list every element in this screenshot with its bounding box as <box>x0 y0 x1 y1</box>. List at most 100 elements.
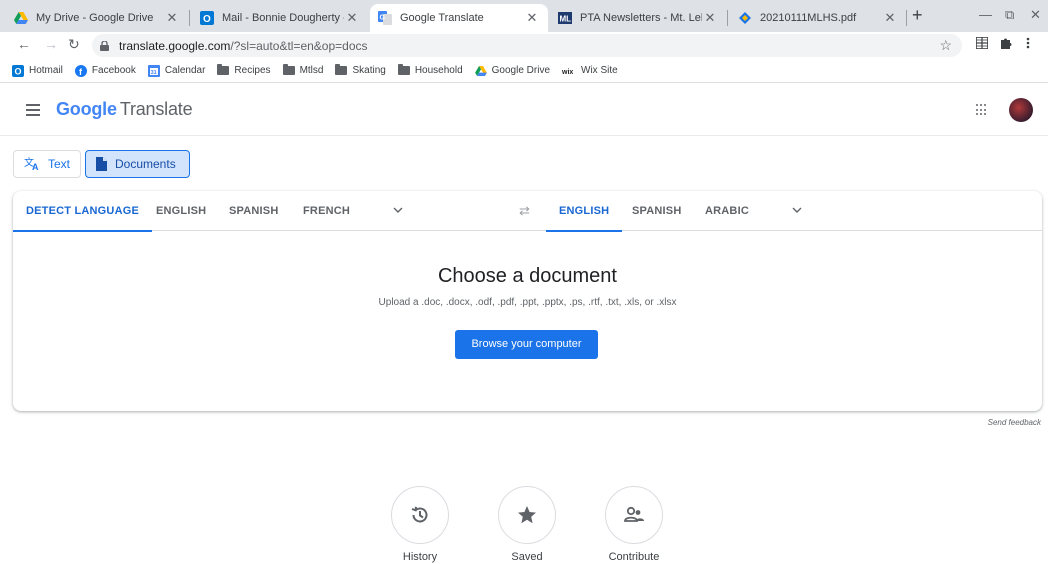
tab-google-translate[interactable]: G Google Translate ✕ <box>370 4 548 32</box>
history-button[interactable]: History <box>380 486 460 563</box>
choose-document-title: Choose a document <box>437 265 617 287</box>
main-menu-icon[interactable] <box>26 104 40 116</box>
document-translate-card: DETECT LANGUAGE ENGLISH SPANISH FRENCH ⇄… <box>13 191 1042 411</box>
calendar-icon: 31 <box>147 64 160 77</box>
outlook-icon: O <box>200 11 214 25</box>
close-window-icon[interactable]: ✕ <box>1030 7 1041 23</box>
google-translate-icon: G <box>378 11 392 25</box>
svg-text:A: A <box>32 162 39 171</box>
tab-mail[interactable]: O Mail - Bonnie Dougherty - Outl ✕ <box>192 4 368 32</box>
address-bar[interactable]: translate.google.com/?sl=auto&tl=en&op=d… <box>92 34 962 57</box>
bookmark-recipes[interactable]: Recipes <box>217 64 271 77</box>
folder-icon <box>397 64 410 77</box>
restore-icon[interactable]: ⧉ <box>1005 7 1014 23</box>
document-icon <box>96 157 107 171</box>
target-lang-english[interactable]: ENGLISH <box>545 191 623 232</box>
tab-my-drive[interactable]: My Drive - Google Drive ✕ <box>6 4 188 32</box>
folder-icon <box>217 64 230 77</box>
history-icon <box>411 506 428 523</box>
svg-text:ML: ML <box>560 15 572 24</box>
pta-icon: ML <box>558 11 572 25</box>
language-bar: DETECT LANGUAGE ENGLISH SPANISH FRENCH ⇄… <box>13 191 1042 232</box>
facebook-icon: f <box>74 64 87 77</box>
browser-toolbar: ← → ↻ translate.google.com/?sl=auto&tl=e… <box>0 32 1048 59</box>
bookmark-wix-site[interactable]: wix Wix Site <box>562 65 618 77</box>
minimize-icon[interactable]: — <box>979 7 992 22</box>
history-circle[interactable] <box>391 486 449 544</box>
target-lang-arabic[interactable]: ARABIC <box>705 191 749 231</box>
tab-pta-newsletters[interactable]: ML PTA Newsletters - Mt. Lebano ✕ <box>550 4 726 32</box>
bookmark-household[interactable]: Household <box>397 64 463 77</box>
swap-languages-icon[interactable]: ⇄ <box>519 203 530 219</box>
close-icon[interactable]: ✕ <box>882 10 898 26</box>
folder-icon <box>335 64 348 77</box>
browser-menu-icon[interactable] <box>1026 37 1030 49</box>
svg-text:31: 31 <box>150 70 156 76</box>
wix-icon: wix <box>562 65 576 77</box>
star-icon <box>518 506 536 524</box>
close-icon[interactable]: ✕ <box>702 10 718 26</box>
svg-text:wix: wix <box>562 69 573 75</box>
saved-circle[interactable] <box>498 486 556 544</box>
tab-title: Mail - Bonnie Dougherty - Outl <box>222 12 344 24</box>
browse-computer-button[interactable]: Browse your computer <box>455 330 598 359</box>
source-lang-french[interactable]: FRENCH <box>303 191 350 231</box>
reload-icon[interactable]: ↻ <box>68 36 80 53</box>
lock-icon <box>100 40 109 51</box>
pdf-icon <box>738 11 752 25</box>
avatar[interactable] <box>1009 98 1033 122</box>
folder-icon <box>282 64 295 77</box>
translate-icon: 文A <box>24 157 40 171</box>
saved-button[interactable]: Saved <box>487 486 567 563</box>
source-lang-english[interactable]: ENGLISH <box>156 191 206 231</box>
svg-text:O: O <box>15 66 22 76</box>
tab-title: PTA Newsletters - Mt. Lebano <box>580 12 702 24</box>
bookmark-hotmail[interactable]: O Hotmail <box>12 64 63 77</box>
documents-mode-button[interactable]: Documents <box>85 150 190 178</box>
text-mode-button[interactable]: 文A Text <box>13 150 82 178</box>
contribute-label: Contribute <box>608 551 660 563</box>
close-icon[interactable]: ✕ <box>164 10 180 26</box>
svg-text:O: O <box>203 14 211 25</box>
target-lang-spanish[interactable]: SPANISH <box>632 191 681 231</box>
close-icon[interactable]: ✕ <box>344 10 360 26</box>
url-host: translate.google.com <box>119 38 231 53</box>
supported-formats-text: Upload a .doc, .docx, .odf, .pdf, .ppt, … <box>378 297 677 308</box>
google-translate-logo[interactable]: Google Translate <box>56 99 193 120</box>
tab-title: 20210111MLHS.pdf <box>760 12 857 24</box>
bookmark-skating[interactable]: Skating <box>335 64 386 77</box>
tab-title: Google Translate <box>400 12 484 24</box>
app-header: Google Translate <box>0 84 1048 136</box>
browser-tab-strip: My Drive - Google Drive ✕ O Mail - Bonni… <box>0 0 1048 32</box>
contribute-button[interactable]: Contribute <box>594 486 674 563</box>
bookmark-calendar[interactable]: 31 Calendar <box>147 64 205 77</box>
url-path: /?sl=auto&tl=en&op=docs <box>230 38 368 53</box>
chevron-down-icon[interactable] <box>792 205 802 215</box>
bookmark-mtlsd[interactable]: Mtlsd <box>282 64 323 77</box>
close-icon[interactable]: ✕ <box>524 10 540 26</box>
google-drive-icon <box>14 11 28 25</box>
source-lang-detect[interactable]: DETECT LANGUAGE <box>13 191 152 232</box>
new-tab-button[interactable]: + <box>912 5 923 26</box>
outlook-icon: O <box>12 64 24 77</box>
extension-grid-icon[interactable] <box>976 37 988 49</box>
bookmark-star-icon[interactable]: ☆ <box>939 37 952 54</box>
contribute-circle[interactable] <box>605 486 663 544</box>
google-apps-icon[interactable] <box>976 104 988 116</box>
source-lang-spanish[interactable]: SPANISH <box>229 191 278 231</box>
bookmark-google-drive[interactable]: Google Drive <box>474 65 550 77</box>
back-arrow-icon[interactable]: ← <box>17 36 31 52</box>
bookmarks-bar: O Hotmail f Facebook 31 Calendar Recipes… <box>0 59 1048 83</box>
send-feedback-link[interactable]: Send feedback <box>988 418 1041 427</box>
tab-title: My Drive - Google Drive <box>36 12 154 24</box>
google-drive-icon <box>474 65 487 77</box>
forward-arrow-icon[interactable]: → <box>44 36 58 52</box>
extensions-puzzle-icon[interactable] <box>1000 37 1012 49</box>
saved-label: Saved <box>511 551 543 563</box>
history-label: History <box>402 551 438 563</box>
contribute-people-icon <box>624 506 644 522</box>
tab-pdf[interactable]: 20210111MLHS.pdf ✕ <box>730 4 906 32</box>
bookmark-facebook[interactable]: f Facebook <box>74 64 136 77</box>
chevron-down-icon[interactable] <box>393 205 403 215</box>
svg-text:G: G <box>380 15 386 22</box>
